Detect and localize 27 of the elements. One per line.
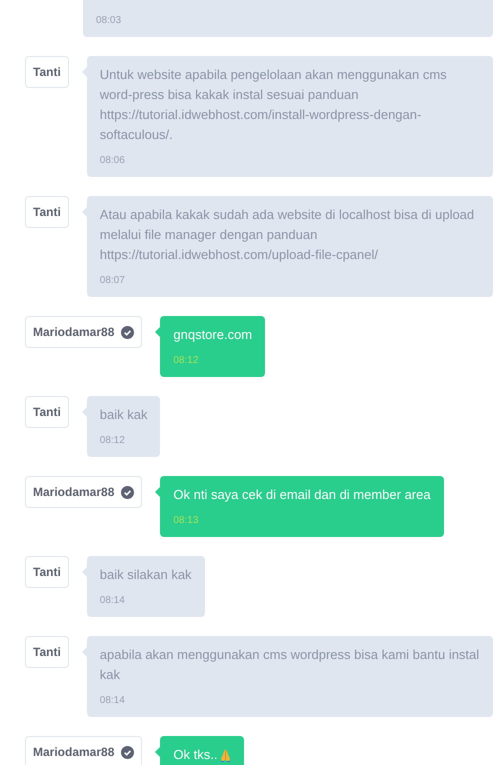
message-text: Ok tks.. [173, 745, 232, 765]
message-text: gnqstore.com [173, 326, 252, 344]
sender-name: Tanti [25, 636, 69, 668]
message-text: apabila akan menggunakan cms wordpress bisa kami bantu instal kak [100, 646, 480, 684]
message-time: 08:14 [100, 694, 126, 708]
message-time: 08:13 [173, 514, 200, 528]
sender-name: Tanti [25, 56, 69, 88]
message-time: 08:03 [96, 14, 122, 28]
message-text: baik kak [100, 406, 148, 424]
sender-name: Tanti [25, 556, 69, 588]
message-time: 08:14 [100, 594, 126, 608]
message-text: Atau apabila kakak sudah ada website di localhost bisa di upload melalui file manager dengan panduan https://tutorial.idwebhost.com/upload-file-cpanel/ [100, 206, 476, 264]
verified-icon [121, 486, 134, 498]
message-text: Untuk website apabila pengelolaan akan menggunakan cms word-press bisa kakak instal sesuai panduan https://tutorial.idwebhost.com/install-wordpress-dengan-softaculous/. [100, 66, 448, 144]
verified-icon [121, 746, 134, 758]
sender-name: Tanti [25, 396, 69, 428]
message-text: baik silakan kak [100, 566, 192, 584]
sender-name: Mariodamar88 [25, 476, 142, 508]
sender-name: Mariodamar88 [25, 316, 142, 348]
sender-name: Mariodamar88 [25, 736, 142, 765]
sender-name: Tanti [25, 196, 69, 228]
message-time: 08:12 [173, 354, 200, 368]
message-time: 08:12 [100, 434, 126, 448]
verified-icon [121, 326, 134, 338]
message-time: 08:06 [100, 154, 126, 168]
message-time: 08:07 [100, 274, 126, 288]
message-text: Ok nti saya cek di email dan di member area [173, 486, 431, 504]
